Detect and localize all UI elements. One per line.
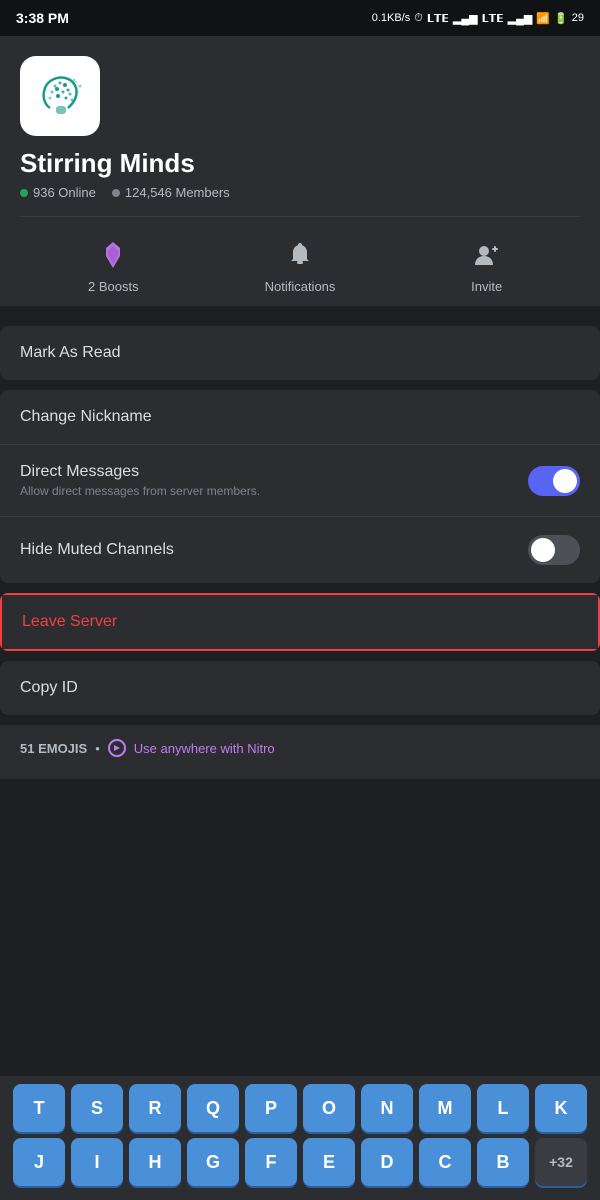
key-C[interactable]: C — [419, 1138, 471, 1186]
bell-icon-wrap — [282, 237, 318, 273]
key-F[interactable]: F — [245, 1138, 297, 1186]
key-E[interactable]: E — [303, 1138, 355, 1186]
settings-section: Change Nickname Direct Messages Allow di… — [0, 390, 600, 583]
network-speed: 0.1KB/s — [372, 12, 411, 24]
mark-as-read-section: Mark As Read — [0, 326, 600, 380]
boost-icon — [98, 240, 128, 270]
server-header: Stirring Minds 936 Online 124,546 Member… — [0, 36, 600, 306]
member-count: 124,546 Members — [112, 185, 230, 200]
invite-button[interactable]: Invite — [393, 229, 580, 306]
bell-icon — [286, 241, 314, 269]
key-I[interactable]: I — [71, 1138, 123, 1186]
boosts-button[interactable]: 2 Boosts — [20, 229, 207, 306]
leave-server-section: Leave Server — [0, 593, 600, 651]
invite-label: Invite — [471, 279, 502, 294]
invite-icon — [472, 241, 502, 269]
key-T[interactable]: T — [13, 1084, 65, 1132]
copy-id-section: Copy ID — [0, 661, 600, 715]
nitro-icon — [108, 739, 126, 757]
hide-muted-toggle[interactable] — [528, 535, 580, 565]
nitro-label[interactable]: Use anywhere with Nitro — [134, 741, 275, 756]
keyboard-row-1: T S R Q P O N M L K — [8, 1084, 592, 1132]
copy-id-item[interactable]: Copy ID — [0, 661, 600, 715]
invite-icon-wrap — [469, 237, 505, 273]
boost-icon-wrap — [95, 237, 131, 273]
battery-icon: 🔋 — [554, 12, 568, 25]
boosts-label: 2 Boosts — [88, 279, 139, 294]
key-K[interactable]: K — [535, 1084, 587, 1132]
key-J[interactable]: J — [13, 1138, 65, 1186]
key-G[interactable]: G — [187, 1138, 239, 1186]
signal2-icon: ▂▄▆ — [508, 12, 533, 25]
online-dot — [20, 189, 28, 197]
notifications-button[interactable]: Notifications — [207, 229, 394, 306]
emoji-header: 51 EMOJIS • Use anywhere with Nitro — [20, 739, 580, 757]
status-time: 3:38 PM — [16, 10, 69, 26]
hide-muted-content: Hide Muted Channels — [20, 541, 528, 559]
keyboard: T S R Q P O N M L K J I H G F E D C B +3… — [0, 1076, 600, 1200]
online-count: 936 Online — [20, 185, 96, 200]
emoji-separator: • — [95, 741, 100, 756]
hide-muted-label: Hide Muted Channels — [20, 541, 528, 559]
copy-id-label: Copy ID — [20, 679, 78, 697]
server-logo — [30, 66, 90, 126]
key-N[interactable]: N — [361, 1084, 413, 1132]
key-O[interactable]: O — [303, 1084, 355, 1132]
hide-muted-channels-item[interactable]: Hide Muted Channels — [0, 517, 600, 583]
mark-as-read-item[interactable]: Mark As Read — [0, 326, 600, 380]
clock-icon: ⏱ — [414, 12, 423, 25]
direct-messages-toggle[interactable] — [528, 466, 580, 496]
emojis-section: 51 EMOJIS • Use anywhere with Nitro — [0, 725, 600, 779]
members-dot — [112, 189, 120, 197]
lte-icon: 𝗟𝗧𝗘 — [427, 12, 449, 25]
direct-messages-content: Direct Messages Allow direct messages fr… — [20, 463, 528, 498]
leave-server-item[interactable]: Leave Server — [0, 593, 600, 651]
key-L[interactable]: L — [477, 1084, 529, 1132]
notifications-label: Notifications — [265, 279, 336, 294]
battery-level: 29 — [572, 12, 584, 24]
direct-messages-label: Direct Messages — [20, 463, 528, 481]
toggle-knob-mute — [531, 538, 555, 562]
change-nickname-label: Change Nickname — [20, 408, 152, 426]
action-row: 2 Boosts Notifications — [20, 216, 580, 306]
status-icons: 0.1KB/s ⏱ 𝗟𝗧𝗘 ▂▄▆ 𝗟𝗧𝗘 ▂▄▆ 📶 🔋 29 — [372, 12, 584, 25]
key-D[interactable]: D — [361, 1138, 413, 1186]
change-nickname-item[interactable]: Change Nickname — [0, 390, 600, 445]
lte2-icon: 𝗟𝗧𝗘 — [482, 12, 504, 25]
leave-server-label: Leave Server — [22, 613, 117, 631]
keyboard-row-2: J I H G F E D C B +32 — [8, 1138, 592, 1186]
key-S[interactable]: S — [71, 1084, 123, 1132]
toggle-knob-dm — [553, 469, 577, 493]
key-R[interactable]: R — [129, 1084, 181, 1132]
direct-messages-item[interactable]: Direct Messages Allow direct messages fr… — [0, 445, 600, 517]
server-icon — [20, 56, 100, 136]
key-more[interactable]: +32 — [535, 1138, 587, 1186]
key-M[interactable]: M — [419, 1084, 471, 1132]
emoji-count: 51 EMOJIS — [20, 741, 87, 756]
mark-as-read-label: Mark As Read — [20, 344, 120, 362]
key-Q[interactable]: Q — [187, 1084, 239, 1132]
server-name: Stirring Minds — [20, 148, 580, 179]
server-stats: 936 Online 124,546 Members — [20, 185, 580, 200]
wifi-icon: 📶 — [536, 12, 550, 25]
signal-icon: ▂▄▆ — [453, 12, 478, 25]
status-bar: 3:38 PM 0.1KB/s ⏱ 𝗟𝗧𝗘 ▂▄▆ 𝗟𝗧𝗘 ▂▄▆ 📶 🔋 29 — [0, 0, 600, 36]
direct-messages-sublabel: Allow direct messages from server member… — [20, 484, 528, 498]
key-H[interactable]: H — [129, 1138, 181, 1186]
key-B[interactable]: B — [477, 1138, 529, 1186]
key-P[interactable]: P — [245, 1084, 297, 1132]
